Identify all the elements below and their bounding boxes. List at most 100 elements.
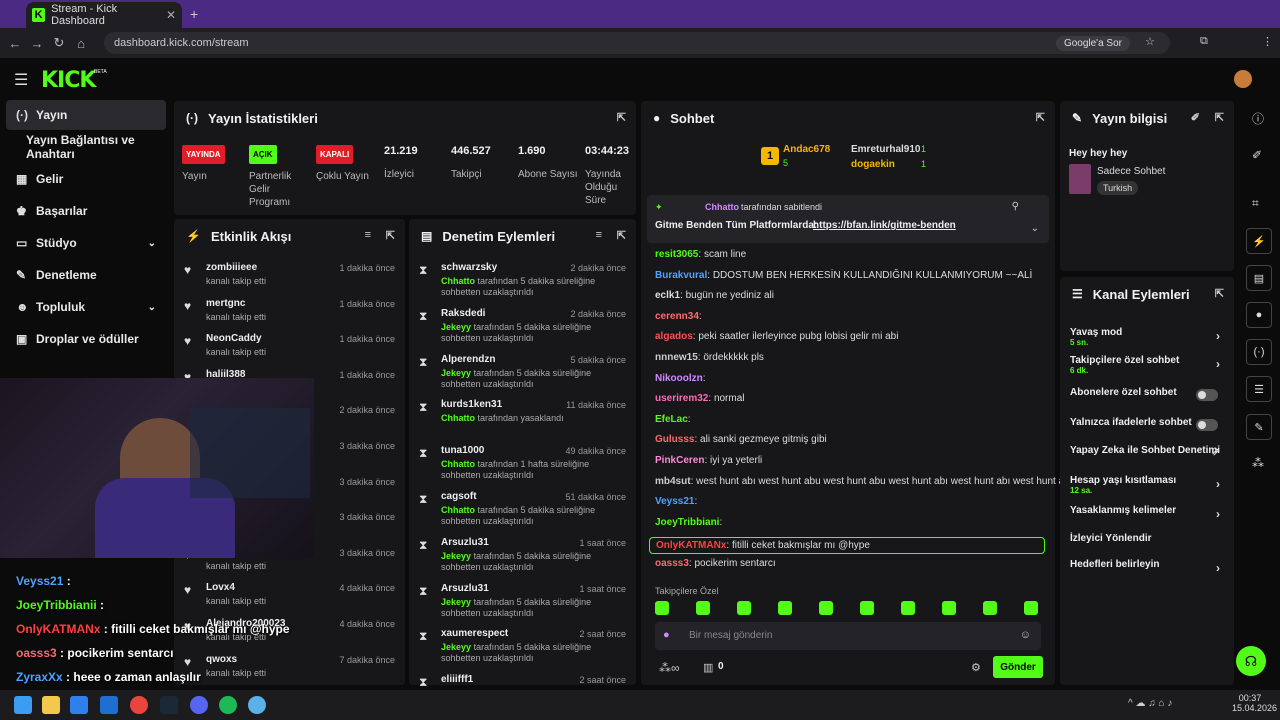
filter-icon[interactable]: ≡ <box>365 229 371 241</box>
bookmark-star-icon[interactable]: ☆ <box>1145 35 1155 48</box>
emote-icon[interactable] <box>737 601 751 615</box>
filter-icon[interactable]: ≡ <box>596 229 602 241</box>
chat-username[interactable]: OnlyKATMANx <box>656 540 726 551</box>
sidebar-item-topluluk[interactable]: ☻ Topluluk ⌄ <box>6 292 166 322</box>
channel-action-item[interactable]: Yasaklanmış kelimeler › <box>1070 505 1224 521</box>
popout-icon[interactable]: ⇱ <box>1036 111 1045 124</box>
sidebar-item-droplar[interactable]: ▣ Droplar ve ödüller <box>6 324 166 354</box>
chat-username[interactable]: Gulusss <box>655 434 694 445</box>
activity-username[interactable]: zombiiieee <box>206 262 257 273</box>
home-icon[interactable]: ⌂ <box>70 36 92 51</box>
chat-username[interactable]: eclk1 <box>655 290 680 301</box>
sidebar-item-gelir[interactable]: ▦ Gelir <box>6 164 166 194</box>
channel-action-item[interactable]: Abonelere özel sohbet <box>1070 387 1224 401</box>
settings-gear-icon[interactable]: ⚙ <box>971 661 981 674</box>
emoji-icon[interactable]: ☺ <box>1020 629 1031 641</box>
chat-username[interactable]: Veyss21 <box>655 496 695 507</box>
store-icon[interactable] <box>70 696 88 714</box>
emote-icon[interactable] <box>819 601 833 615</box>
chat-username[interactable]: resit3065 <box>655 249 698 260</box>
emote-icon[interactable] <box>696 601 710 615</box>
channel-action-item[interactable]: İzleyici Yönlendir <box>1070 533 1224 544</box>
channel-action-item[interactable]: Hedefleri belirleyin › <box>1070 559 1224 575</box>
hamburger-menu-icon[interactable]: ☰ <box>14 70 28 90</box>
spotify-icon[interactable] <box>219 696 237 714</box>
clock[interactable]: 00:37 15.04.2026 <box>1232 693 1277 713</box>
channel-action-item[interactable]: Yapay Zeka ile Sohbet Denetimi ⇗ <box>1070 445 1224 458</box>
emote-icon[interactable] <box>1024 601 1038 615</box>
channel-action-item[interactable]: Takipçilere özel sohbet 6 dk. › <box>1070 355 1224 375</box>
info-icon[interactable]: ⓘ <box>1252 110 1264 127</box>
chat-username[interactable]: PinkCeren <box>655 455 704 466</box>
wrench-icon[interactable]: ✎ <box>1246 414 1272 440</box>
emote-icon[interactable] <box>942 601 956 615</box>
kick-logo[interactable]: KICK <box>41 68 96 93</box>
chat-username[interactable]: EfeLac <box>655 414 688 425</box>
emote-icon[interactable] <box>983 601 997 615</box>
moderated-username[interactable]: Arsuzlu31 <box>441 583 489 594</box>
crop-icon[interactable]: ⌗ <box>1252 196 1259 211</box>
sidebar-item-basarilar[interactable]: ♚ Başarılar <box>6 196 166 226</box>
popout-icon[interactable]: ⇱ <box>1215 111 1224 124</box>
edit-icon[interactable]: ✐ <box>1191 111 1200 124</box>
chat-username[interactable]: Burakvural <box>655 270 707 281</box>
activity-username[interactable]: NeonCaddy <box>206 333 262 344</box>
chat-input[interactable]: ● Bir mesaj gönderin ☺ <box>655 622 1041 650</box>
drops-icon[interactable]: ▥ <box>703 661 713 674</box>
moderated-username[interactable]: Raksdedi <box>441 308 485 319</box>
reload-icon[interactable]: ↻ <box>48 35 70 51</box>
popout-icon[interactable]: ⇱ <box>617 229 626 242</box>
toggle-switch[interactable] <box>1196 419 1218 431</box>
leaderboard-user[interactable]: Andac678 <box>783 144 830 155</box>
moderated-username[interactable]: tuna1000 <box>441 445 484 456</box>
channel-points-icon[interactable]: ⁂∞ <box>659 661 680 675</box>
url-field[interactable]: dashboard.kick.com/stream Google'a Sor <box>104 32 1170 54</box>
popout-icon[interactable]: ⇱ <box>617 111 626 124</box>
pinned-link[interactable]: https://bfan.link/gitme-benden <box>813 220 956 231</box>
moderated-username[interactable]: kurds1ken31 <box>441 399 502 410</box>
moderated-username[interactable]: xaumerespect <box>441 628 508 639</box>
emote-icon[interactable] <box>778 601 792 615</box>
edit-icon[interactable]: ✐ <box>1252 148 1262 162</box>
close-tab-icon[interactable]: ✕ <box>166 8 176 22</box>
chat-username[interactable]: oasss3 <box>655 558 689 569</box>
google-ask-button[interactable]: Google'a Sor <box>1055 35 1130 51</box>
forward-icon[interactable]: → <box>26 36 48 51</box>
emote-icon[interactable] <box>655 601 669 615</box>
sidebar-item-studyo[interactable]: ▭ Stüdyo ⌄ <box>6 228 166 258</box>
help-headset-icon[interactable]: ☊ <box>1236 646 1266 676</box>
sliders-icon[interactable]: ☰ <box>1246 376 1272 402</box>
extensions-icon[interactable]: ⧉ <box>1200 35 1208 48</box>
document-icon[interactable]: ▤ <box>1246 265 1272 291</box>
discord-icon[interactable] <box>190 696 208 714</box>
toggle-switch[interactable] <box>1196 389 1218 401</box>
moderated-username[interactable]: cagsoft <box>441 491 477 502</box>
microphone-icon[interactable]: ● <box>663 629 670 641</box>
moderated-username[interactable]: Arsuzlu31 <box>441 537 489 548</box>
moderated-username[interactable]: schwarzsky <box>441 262 497 273</box>
chat-username[interactable]: Nikooolzn <box>655 373 703 384</box>
system-tray-icons[interactable]: ^ ☁ ♫ ⌂ ♪ <box>1128 698 1172 709</box>
leaderboard-user[interactable]: dogaekin <box>851 159 895 170</box>
chevron-down-icon[interactable]: ⌄ <box>1031 223 1039 234</box>
channel-action-item[interactable]: Yavaş mod 5 sn. › <box>1070 327 1224 347</box>
category-name[interactable]: Sadece Sohbet <box>1097 166 1165 177</box>
emote-icon[interactable] <box>901 601 915 615</box>
send-button[interactable]: Gönder <box>993 656 1043 678</box>
chat-icon[interactable]: ● <box>1246 302 1272 328</box>
popout-icon[interactable]: ⇱ <box>386 229 395 242</box>
activity-username[interactable]: mertgnc <box>206 298 245 309</box>
file-explorer-icon[interactable] <box>42 696 60 714</box>
emote-icon[interactable] <box>860 601 874 615</box>
chat-username[interactable]: cerenn34 <box>655 311 699 322</box>
lightning-icon[interactable]: ⚡ <box>1246 228 1272 254</box>
sidebar-item-yayin[interactable]: (·) Yayın <box>6 100 166 130</box>
app-icon[interactable] <box>248 696 266 714</box>
moderated-username[interactable]: eliiifff1 <box>441 674 473 685</box>
chat-username[interactable]: nnnew15 <box>655 352 698 363</box>
channel-action-item[interactable]: Hesap yaşı kısıtlaması 12 sa. › <box>1070 475 1224 495</box>
outlook-icon[interactable] <box>100 696 118 714</box>
sidebar-item-denetleme[interactable]: ✎ Denetleme <box>6 260 166 290</box>
channel-action-item[interactable]: Yalnızca ifadelerle sohbet <box>1070 417 1224 431</box>
windows-start-icon[interactable] <box>14 696 32 714</box>
